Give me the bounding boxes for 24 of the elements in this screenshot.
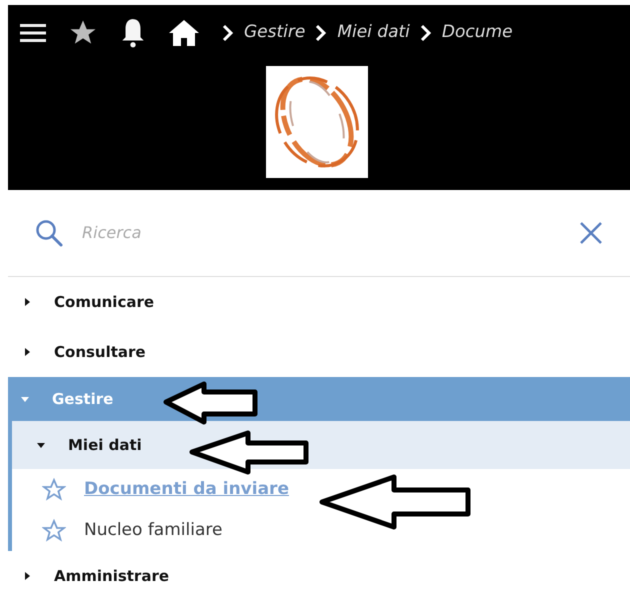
breadcrumb-link[interactable]: Docume	[442, 20, 513, 46]
star-icon[interactable]	[42, 518, 66, 542]
caret-icon	[36, 440, 46, 450]
menu-item[interactable]: Amministrare	[8, 551, 630, 592]
caret-icon	[22, 347, 32, 357]
submenu-item[interactable]: Miei dati	[12, 421, 630, 469]
caret-icon	[22, 571, 32, 581]
chevron-icon	[222, 24, 234, 42]
close-icon[interactable]	[578, 220, 604, 246]
home-icon[interactable]	[168, 18, 200, 46]
caret-icon	[20, 394, 30, 404]
chevron-icon	[315, 24, 328, 42]
caret-icon	[22, 297, 32, 307]
menu-item[interactable]: Consultare	[8, 327, 630, 377]
breadcrumb-link[interactable]: Miei dati	[337, 20, 410, 46]
menu-icon[interactable]	[20, 22, 46, 42]
star-icon[interactable]	[42, 478, 66, 502]
menu-link[interactable]: Nucleo familiare	[84, 518, 222, 544]
breadcrumb-link[interactable]: Gestire	[244, 20, 306, 46]
chevron-icon	[420, 24, 432, 42]
search-icon	[34, 218, 64, 248]
search-field[interactable]: Ricerca	[82, 221, 578, 245]
menu-item[interactable]: Comunicare	[8, 277, 630, 327]
bell-icon[interactable]	[120, 16, 146, 48]
